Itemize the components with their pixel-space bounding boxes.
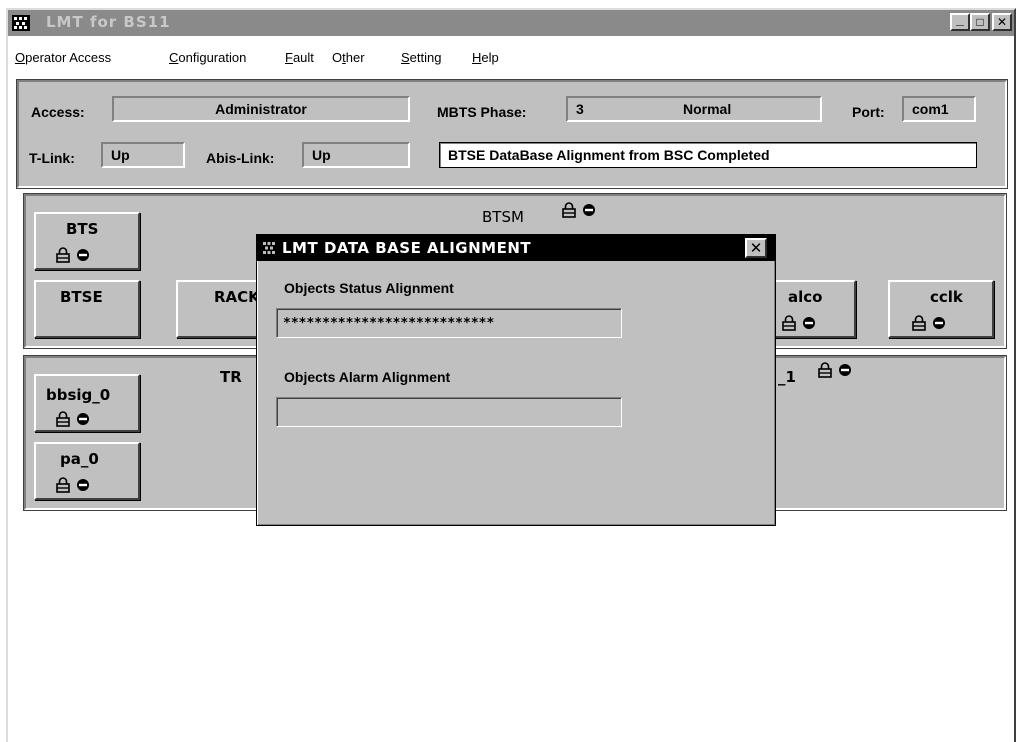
trx-title-left: TR — [220, 368, 242, 386]
bbsig-0-label: bbsig_0 — [46, 386, 111, 404]
abis-link-label: Abis-Link: — [206, 150, 275, 166]
objects-status-progress: *************************** — [276, 308, 622, 338]
bts-label: BTS — [66, 220, 99, 238]
no-entry-icon — [77, 479, 89, 491]
no-entry-icon — [839, 364, 851, 376]
access-label: Access: — [31, 104, 85, 120]
dialog-title: LMT DATA BASE ALIGNMENT — [282, 239, 532, 257]
mbts-phase-number: 3 — [576, 101, 584, 117]
mbts-phase-state: Normal — [683, 101, 732, 117]
lock-icon — [562, 202, 576, 218]
objects-alarm-progress — [276, 397, 622, 427]
objects-status-label: Objects Status Alignment — [284, 280, 454, 296]
rack-label: RACK — [214, 288, 260, 306]
btsm-title: BTSM — [482, 208, 524, 226]
menu-operator-access[interactable]: Operator Access — [15, 50, 111, 65]
menu-help[interactable]: Help — [472, 50, 499, 65]
lock-icon — [56, 411, 70, 427]
abis-link-field: Up — [302, 142, 410, 168]
lock-icon — [912, 315, 926, 331]
pa-0-state-icons — [56, 477, 90, 493]
maximize-icon: □ — [976, 15, 984, 29]
port-field: com1 — [902, 96, 976, 122]
lock-icon — [782, 315, 796, 331]
alco-label: alco — [788, 288, 823, 306]
no-entry-icon — [77, 413, 89, 425]
bts-button[interactable]: BTS — [34, 212, 140, 270]
access-field: Administrator — [112, 96, 410, 122]
cclk-state-icons — [912, 315, 946, 331]
menu-configuration[interactable]: Configuration — [169, 50, 246, 65]
menu-fault[interactable]: Fault — [285, 50, 314, 65]
lock-icon — [56, 477, 70, 493]
no-entry-icon — [803, 317, 815, 329]
btse-label: BTSE — [60, 288, 103, 306]
window-title: LMT for BS11 — [46, 13, 171, 31]
status-panel: Access: Administrator MBTS Phase: 3 Norm… — [17, 80, 1007, 188]
menu-setting[interactable]: Setting — [401, 50, 441, 65]
lock-icon — [56, 247, 70, 263]
trx-state-icons — [818, 362, 852, 378]
dialog-app-icon — [262, 241, 276, 255]
mbts-phase-field: 3 Normal — [566, 96, 822, 122]
no-entry-icon — [933, 317, 945, 329]
status-message-field: BTSE DataBase Alignment from BSC Complet… — [439, 142, 977, 168]
objects-alarm-label: Objects Alarm Alignment — [284, 369, 451, 385]
close-button[interactable]: ✕ — [992, 13, 1012, 31]
t-link-field: Up — [101, 142, 185, 168]
port-label: Port: — [852, 104, 885, 120]
cclk-label: cclk — [930, 288, 963, 306]
alco-state-icons — [782, 315, 816, 331]
pa-0-button[interactable]: pa_0 — [34, 442, 140, 500]
lock-icon — [818, 362, 832, 378]
pa-0-label: pa_0 — [60, 450, 99, 468]
bbsig-0-state-icons — [56, 411, 90, 427]
mbts-phase-label: MBTS Phase: — [437, 104, 527, 120]
menu-bar: Operator Access Configuration Fault Othe… — [8, 38, 1014, 72]
minimize-icon: _ — [956, 11, 964, 27]
close-icon: ✕ — [749, 239, 763, 257]
t-link-label: T-Link: — [29, 150, 75, 166]
cclk-button[interactable]: cclk — [888, 280, 994, 338]
minimize-button[interactable]: _ — [950, 11, 970, 31]
app-icon[interactable] — [12, 15, 30, 31]
bbsig-0-button[interactable]: bbsig_0 — [34, 374, 140, 432]
btse-button[interactable]: BTSE — [34, 280, 140, 338]
trx-title-right: _1 — [778, 368, 796, 386]
bts-state-icons — [56, 247, 90, 263]
btsm-state-icons — [562, 202, 596, 218]
no-entry-icon — [583, 204, 595, 216]
close-icon: ✕ — [996, 15, 1008, 29]
maximize-button[interactable]: □ — [970, 13, 990, 31]
menu-other[interactable]: Other — [332, 50, 365, 65]
no-entry-icon — [77, 249, 89, 261]
dialog-close-button[interactable]: ✕ — [745, 238, 767, 258]
